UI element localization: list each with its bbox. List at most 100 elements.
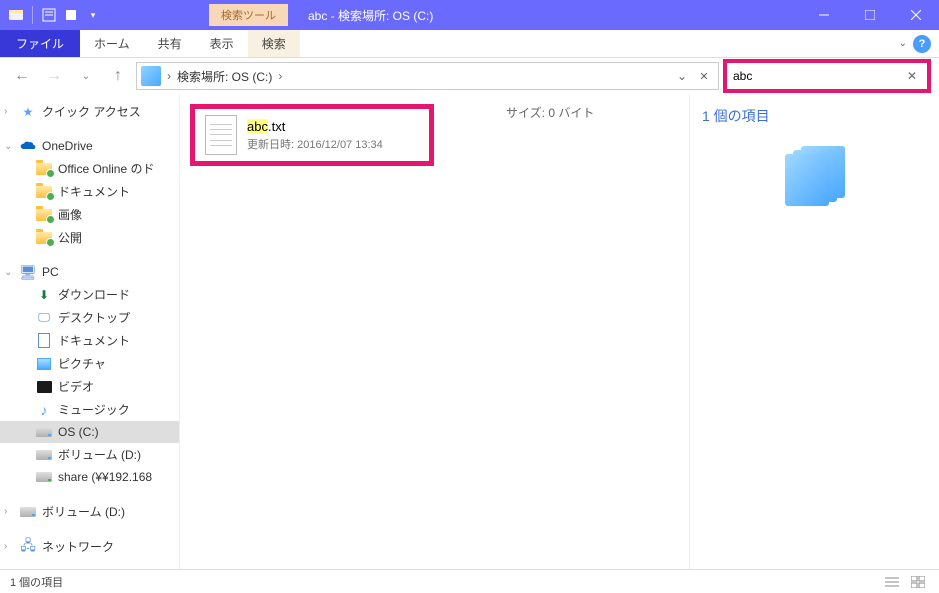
sidebar-label: OS (C:)	[58, 425, 99, 439]
sidebar-item-documents[interactable]: ドキュメント	[0, 180, 179, 203]
sidebar-item-music[interactable]: ♪ ミュージック	[0, 398, 179, 421]
titlebar: ▾ 検索ツール abc - 検索場所: OS (C:)	[0, 0, 939, 30]
sidebar-item-os-drive[interactable]: OS (C:)	[0, 421, 179, 443]
search-tools-context-tab: 検索ツール	[209, 4, 288, 26]
sidebar-item-volume-d[interactable]: ボリューム (D:)	[0, 443, 179, 466]
drive-icon	[36, 424, 52, 440]
status-item-count: 1 個の項目	[10, 574, 63, 590]
home-tab[interactable]: ホーム	[80, 30, 144, 57]
sidebar-item-volume-d-root[interactable]: › ボリューム (D:)	[0, 500, 179, 523]
sidebar-item-desktop[interactable]: 🖵 デスクトップ	[0, 306, 179, 329]
sidebar-item-pc[interactable]: ⌄ 🖥 PC	[0, 261, 179, 283]
close-button[interactable]	[893, 0, 939, 30]
sidebar-item-documents-pc[interactable]: ドキュメント	[0, 329, 179, 352]
sidebar-label: ドキュメント	[58, 183, 130, 200]
minimize-button[interactable]	[801, 0, 847, 30]
recent-dropdown[interactable]: ⌄	[72, 62, 100, 90]
downloads-icon: ⬇	[36, 287, 52, 303]
sidebar-item-onedrive[interactable]: ⌄ OneDrive	[0, 135, 179, 157]
network-drive-icon	[36, 469, 52, 485]
qat-newfolder-icon[interactable]	[63, 7, 79, 23]
folder-icon	[36, 230, 52, 246]
view-details-button[interactable]	[881, 573, 903, 591]
collapse-icon[interactable]: ⌄	[4, 267, 16, 278]
sidebar-label: Office Online のド	[58, 160, 154, 177]
file-size: サイズ: 0 バイト	[506, 104, 594, 121]
desktop-icon: 🖵	[36, 310, 52, 326]
sidebar-label: 画像	[58, 206, 82, 223]
ribbon-expand-icon[interactable]: ⌄	[899, 38, 907, 49]
search-box[interactable]: ✕	[723, 59, 931, 93]
expand-icon[interactable]: ›	[4, 541, 16, 552]
sidebar-item-quick-access[interactable]: › ★ クイック アクセス	[0, 100, 179, 123]
sidebar-item-network-share[interactable]: share (¥¥192.168	[0, 466, 179, 488]
navigation-toolbar: ← → ⌄ ↑ › 検索場所: OS (C:) › ⌄ ✕ ✕	[0, 58, 939, 94]
crumb-separator-icon[interactable]: ›	[276, 69, 284, 83]
crumb-separator-icon[interactable]: ›	[165, 69, 173, 83]
share-tab[interactable]: 共有	[144, 30, 196, 57]
maximize-button[interactable]	[847, 0, 893, 30]
network-icon: 🖧	[20, 539, 36, 555]
folder-icon	[36, 161, 52, 177]
sidebar-label: ボリューム (D:)	[42, 503, 125, 520]
sidebar-item-network[interactable]: › 🖧 ネットワーク	[0, 535, 179, 558]
sidebar-label: share (¥¥192.168	[58, 470, 152, 484]
results-pane: abc.txt 更新日時: 2016/12/07 13:34 サイズ: 0 バイ…	[180, 94, 689, 569]
sidebar-label: ミュージック	[58, 401, 130, 418]
expand-icon[interactable]: ›	[4, 506, 16, 517]
documents-icon	[36, 333, 52, 349]
videos-icon	[36, 379, 52, 395]
file-tab[interactable]: ファイル	[0, 30, 80, 57]
sidebar-label: ネットワーク	[42, 538, 114, 555]
sidebar-label: デスクトップ	[58, 309, 130, 326]
sidebar-item-pictures-pc[interactable]: ピクチャ	[0, 352, 179, 375]
onedrive-icon	[20, 138, 36, 154]
search-tab[interactable]: 検索	[248, 30, 300, 57]
forward-button[interactable]: →	[40, 62, 68, 90]
qat-properties-icon[interactable]	[41, 7, 57, 23]
sidebar-label: ボリューム (D:)	[58, 446, 141, 463]
back-button[interactable]: ←	[8, 62, 36, 90]
sidebar-label: クイック アクセス	[42, 103, 141, 120]
search-result-item[interactable]: abc.txt 更新日時: 2016/12/07 13:34	[190, 104, 434, 166]
window-title: abc - 検索場所: OS (C:)	[308, 7, 433, 24]
up-button[interactable]: ↑	[104, 62, 132, 90]
details-title: 1 個の項目	[702, 106, 927, 126]
drive-icon	[36, 447, 52, 463]
breadcrumb-item[interactable]: 検索場所: OS (C:)	[173, 68, 276, 85]
view-tab[interactable]: 表示	[196, 30, 248, 57]
details-pane: 1 個の項目	[689, 94, 939, 569]
details-icon	[702, 146, 927, 206]
ribbon-tabs: ファイル ホーム 共有 表示 検索 ⌄ ?	[0, 30, 939, 58]
sidebar-item-downloads[interactable]: ⬇ ダウンロード	[0, 283, 179, 306]
sidebar-label: ピクチャ	[58, 355, 106, 372]
folder-icon	[36, 184, 52, 200]
location-icon	[141, 66, 161, 86]
folder-icon	[36, 207, 52, 223]
sidebar-label: ドキュメント	[58, 332, 130, 349]
address-dropdown-icon[interactable]: ⌄	[672, 66, 692, 86]
search-input[interactable]	[733, 69, 903, 83]
music-icon: ♪	[36, 402, 52, 418]
refresh-button[interactable]: ✕	[694, 66, 714, 86]
sidebar-label: ビデオ	[58, 378, 94, 395]
navigation-pane: › ★ クイック アクセス ⌄ OneDrive Office Online の…	[0, 94, 180, 569]
qat-dropdown-icon[interactable]: ▾	[85, 7, 101, 23]
pictures-icon	[36, 356, 52, 372]
view-large-icons-button[interactable]	[907, 573, 929, 591]
separator	[32, 6, 33, 24]
sidebar-item-videos[interactable]: ビデオ	[0, 375, 179, 398]
sidebar-item-office-online[interactable]: Office Online のド	[0, 157, 179, 180]
expand-icon[interactable]: ›	[4, 106, 16, 117]
status-bar: 1 個の項目	[0, 569, 939, 593]
address-bar[interactable]: › 検索場所: OS (C:) › ⌄ ✕	[136, 62, 719, 90]
sidebar-item-pictures[interactable]: 画像	[0, 203, 179, 226]
sidebar-item-public[interactable]: 公開	[0, 226, 179, 249]
sidebar-label: OneDrive	[42, 139, 93, 153]
explorer-icon	[8, 7, 24, 23]
help-icon[interactable]: ?	[913, 35, 931, 53]
collapse-icon[interactable]: ⌄	[4, 141, 16, 152]
pc-icon: 🖥	[20, 264, 36, 280]
clear-search-icon[interactable]: ✕	[903, 69, 921, 83]
file-modified: 更新日時: 2016/12/07 13:34	[247, 136, 383, 152]
